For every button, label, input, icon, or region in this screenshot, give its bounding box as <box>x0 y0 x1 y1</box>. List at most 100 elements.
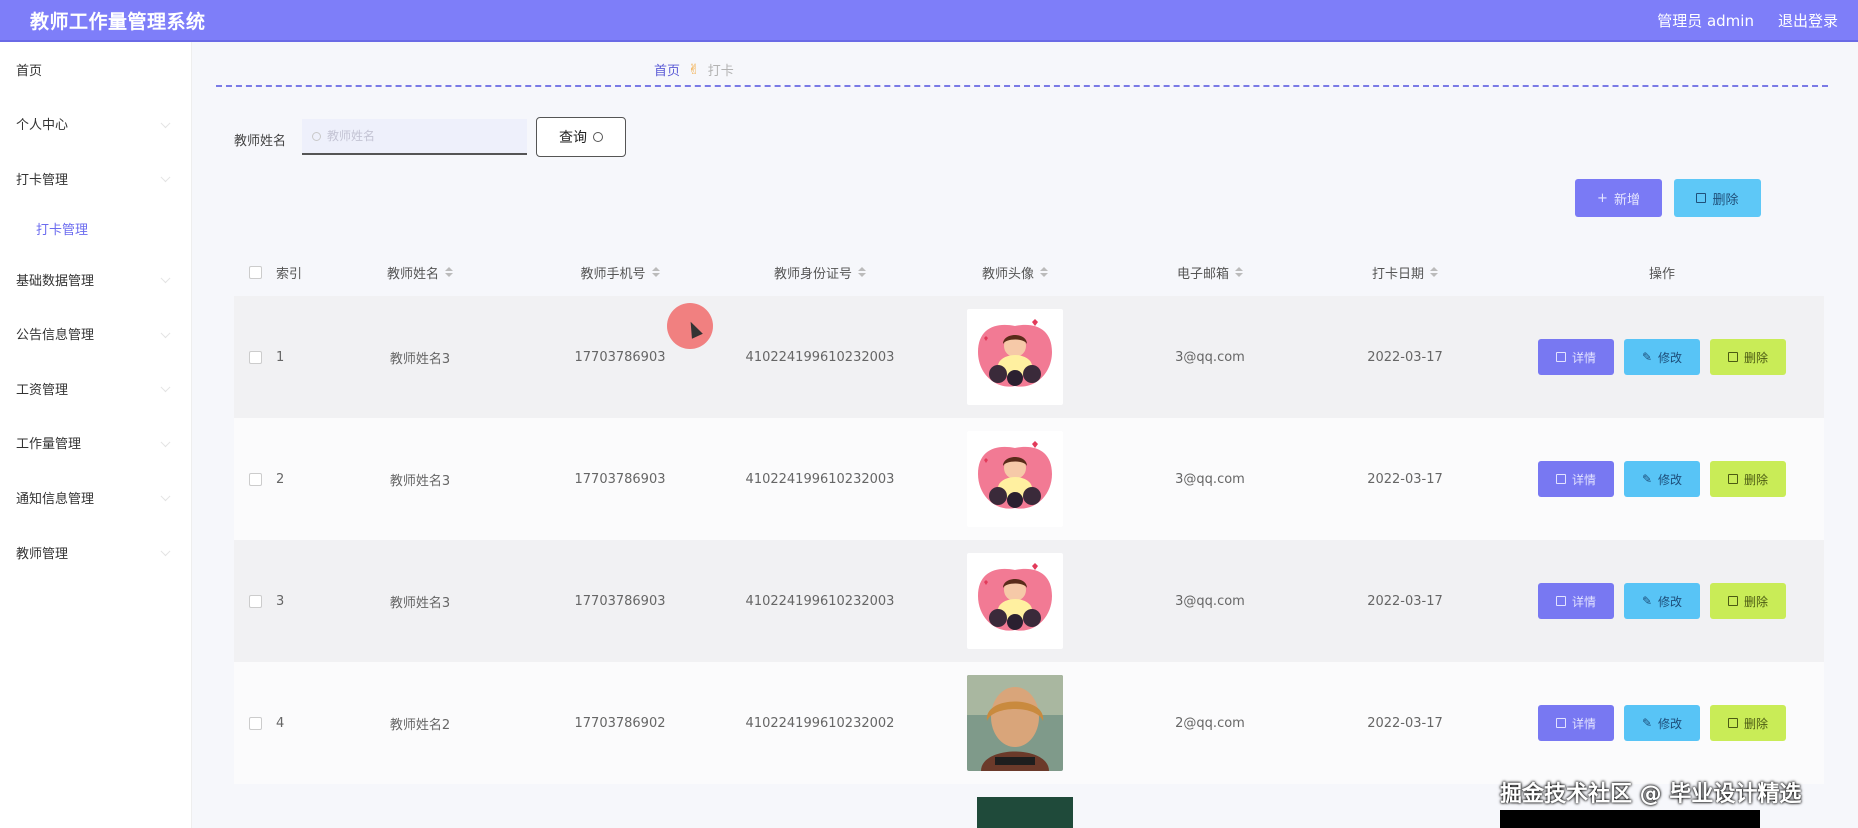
search-label: 教师姓名 <box>234 134 287 149</box>
sidebar-item-label: 首页 <box>16 63 43 79</box>
logout-link[interactable]: 退出登录 <box>1778 10 1838 31</box>
delete-label: 删除 <box>1743 472 1768 487</box>
table-row: 4 教师姓名2 17703786902 410224199610232002 2… <box>234 662 1824 784</box>
email-cell: 3@qq.com <box>1175 593 1245 609</box>
column-header-label: 教师头像 <box>981 266 1034 282</box>
email-cell: 3@qq.com <box>1175 349 1245 365</box>
index-cell: 3 <box>276 593 285 609</box>
column-header-label: 电子邮箱 <box>1176 266 1229 282</box>
detail-button[interactable]: 详情 <box>1538 339 1614 375</box>
avatar[interactable] <box>967 431 1063 527</box>
photo-avatar-image <box>967 675 1063 771</box>
sort-icon[interactable] <box>445 267 453 277</box>
edit-button[interactable]: ✎ 修改 <box>1624 461 1700 497</box>
column-header-label: 操作 <box>1648 266 1675 282</box>
detail-button[interactable]: 详情 <box>1538 705 1614 741</box>
cartoon-avatar-image <box>978 441 1052 509</box>
document-icon <box>1555 352 1566 362</box>
delete-button[interactable]: 删除 <box>1710 583 1786 619</box>
column-header-label: 索引 <box>276 266 303 282</box>
row-checkbox[interactable] <box>248 716 262 730</box>
delete-button[interactable]: 删除 <box>1710 461 1786 497</box>
table-row: 1 教师姓名3 17703786903 410224199610232003 3… <box>234 296 1824 418</box>
select-all-checkbox[interactable] <box>248 265 262 279</box>
sidebar-item-personal-center[interactable]: 个人中心 <box>0 97 191 152</box>
row-checkbox[interactable] <box>248 350 262 364</box>
search-icon <box>593 132 603 142</box>
avatar[interactable] <box>977 797 1073 828</box>
sidebar-item-announcements[interactable]: 公告信息管理 <box>0 306 191 361</box>
avatar[interactable] <box>967 309 1063 405</box>
add-button[interactable]: + 新增 <box>1575 179 1662 217</box>
name-cell: 教师姓名3 <box>389 473 451 489</box>
phone-cell: 17703786903 <box>574 471 666 487</box>
chevron-down-icon <box>160 382 171 393</box>
row-checkbox[interactable] <box>248 594 262 608</box>
detail-label: 详情 <box>1571 716 1596 731</box>
sidebar-item-workload[interactable]: 工作量管理 <box>0 416 191 471</box>
name-cell: 教师姓名3 <box>389 595 451 611</box>
add-button-label: 新增 <box>1613 192 1640 208</box>
edit-button[interactable]: ✎ 修改 <box>1624 339 1700 375</box>
edit-label: 修改 <box>1658 594 1683 609</box>
sidebar-item-salary[interactable]: 工资管理 <box>0 361 191 416</box>
sort-icon[interactable] <box>1235 267 1243 277</box>
breadcrumb-home[interactable]: 首页 <box>654 60 680 79</box>
document-icon <box>1555 474 1566 484</box>
chevron-down-icon <box>160 546 171 557</box>
column-header-email[interactable]: 电子邮箱 <box>1110 247 1310 297</box>
column-header-name[interactable]: 教师姓名 <box>320 247 520 297</box>
sidebar: 首页 个人中心 打卡管理 打卡管理 基础数据管理 公告信息管理 工资管理 工作量… <box>0 42 192 828</box>
edit-button[interactable]: ✎ 修改 <box>1624 705 1700 741</box>
sort-icon[interactable] <box>858 267 866 277</box>
column-header-avatar[interactable]: 教师头像 <box>920 247 1110 297</box>
app-title: 教师工作量管理系统 <box>30 10 206 33</box>
id-number-cell: 410224199610232002 <box>745 715 895 731</box>
detail-button[interactable]: 详情 <box>1538 583 1614 619</box>
sidebar-item-teachers[interactable]: 教师管理 <box>0 525 191 580</box>
batch-delete-button[interactable]: 删除 <box>1674 179 1761 217</box>
divider <box>216 85 1828 87</box>
sort-icon[interactable] <box>651 267 660 277</box>
row-checkbox[interactable] <box>248 472 262 486</box>
avatar[interactable] <box>967 675 1063 771</box>
sidebar-item-checkin-management[interactable]: 打卡管理 <box>0 151 191 206</box>
document-icon <box>1555 596 1566 606</box>
avatar[interactable] <box>967 553 1063 649</box>
column-header-index: 索引 <box>276 247 320 297</box>
name-cell: 教师姓名2 <box>389 717 451 733</box>
column-header-date[interactable]: 打卡日期 <box>1310 247 1500 297</box>
phone-cell: 17703786902 <box>574 715 666 731</box>
trash-icon <box>1727 718 1738 728</box>
date-cell: 2022-03-17 <box>1367 471 1443 487</box>
delete-button[interactable]: 删除 <box>1710 705 1786 741</box>
trash-icon <box>1727 474 1738 484</box>
detail-label: 详情 <box>1571 472 1596 487</box>
sidebar-subitem-checkin-management[interactable]: 打卡管理 <box>0 206 191 252</box>
query-button[interactable]: 查询 <box>536 117 626 157</box>
search-field <box>302 119 527 155</box>
edit-button[interactable]: ✎ 修改 <box>1624 583 1700 619</box>
sidebar-item-basic-data[interactable]: 基础数据管理 <box>0 252 191 307</box>
row-select-cell <box>234 540 276 662</box>
column-header-phone[interactable]: 教师手机号 <box>520 247 720 297</box>
sidebar-item-notifications[interactable]: 通知信息管理 <box>0 470 191 525</box>
actions-cell: 详情 ✎ 修改 删除 <box>1500 296 1824 418</box>
avatar-cell <box>920 418 1110 540</box>
sidebar-item-label: 工作量管理 <box>16 437 82 453</box>
sort-icon[interactable] <box>1040 267 1048 277</box>
pencil-icon: ✎ <box>1641 594 1653 608</box>
sidebar-item-label: 教师管理 <box>16 546 69 562</box>
admin-user-label[interactable]: 管理员 admin <box>1657 10 1754 31</box>
search-input[interactable] <box>327 129 507 143</box>
detail-button[interactable]: 详情 <box>1538 461 1614 497</box>
id-number-cell: 410224199610232003 <box>745 349 895 365</box>
column-header-id-number[interactable]: 教师身份证号 <box>720 247 920 297</box>
column-header-label: 教师姓名 <box>386 266 439 282</box>
watermark-text: 掘金技术社区 @ 毕业设计精选 <box>1500 782 1802 807</box>
edit-label: 修改 <box>1658 716 1683 731</box>
delete-button[interactable]: 删除 <box>1710 339 1786 375</box>
sidebar-item-home[interactable]: 首页 <box>0 42 191 97</box>
sort-icon[interactable] <box>1430 267 1438 277</box>
delete-label: 删除 <box>1743 594 1768 609</box>
